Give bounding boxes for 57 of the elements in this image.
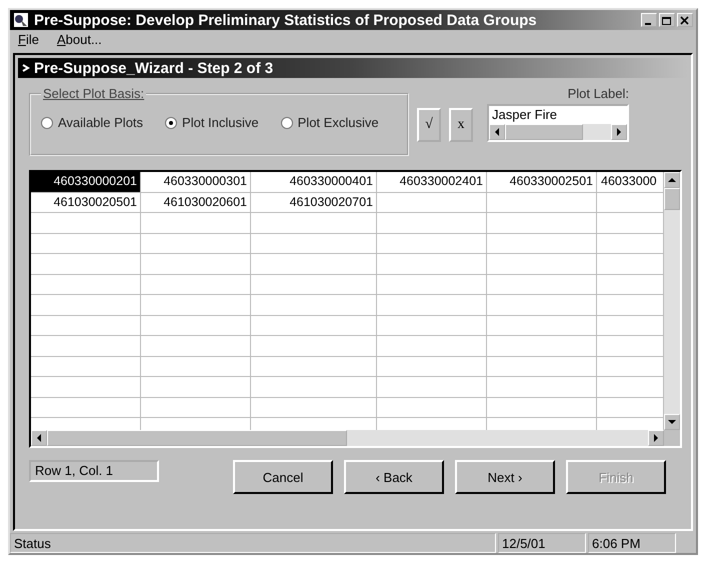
radio-option[interactable]: Plot Inclusive <box>165 115 259 130</box>
triangle-icon <box>668 178 676 182</box>
wizard-button[interactable]: Cancel <box>233 460 333 494</box>
chevron-icon <box>22 64 30 72</box>
vertical-scrollbar[interactable] <box>664 172 680 430</box>
maximize-button[interactable] <box>659 13 675 27</box>
minimize-button[interactable] <box>641 13 657 27</box>
close-button[interactable] <box>677 13 693 27</box>
position-indicator: Row 1, Col. 1 <box>29 460 159 482</box>
triangle-icon <box>617 128 621 136</box>
status-panel: 6:06 PM <box>588 533 676 553</box>
radio-option[interactable]: Plot Exclusive <box>280 115 379 130</box>
triangle-icon <box>37 434 41 442</box>
table-cell[interactable]: 460330002401 <box>377 172 487 192</box>
table-cell[interactable]: 461030020501 <box>31 192 141 213</box>
plot-label-field[interactable]: Jasper Fire <box>487 104 629 142</box>
table-cell[interactable]: 460330000401 <box>251 172 377 192</box>
menu-item[interactable]: File <box>18 32 39 48</box>
triangle-icon <box>495 128 499 136</box>
radio-circle[interactable] <box>41 116 53 128</box>
minimize-icon <box>645 23 651 25</box>
scroll-down-button[interactable] <box>664 414 680 430</box>
scroll-right-button[interactable] <box>648 430 664 446</box>
scroll-thumb[interactable] <box>505 124 583 140</box>
table-cell[interactable]: 460330000301 <box>141 172 251 192</box>
clear-button[interactable]: x <box>449 108 473 142</box>
scroll-thumb[interactable] <box>47 430 347 446</box>
scroll-up-button[interactable] <box>664 172 680 188</box>
horizontal-scrollbar[interactable] <box>31 430 680 446</box>
wizard-button[interactable]: Next › <box>455 460 555 494</box>
table-cell[interactable]: 461030020601 <box>141 192 251 213</box>
scroll-thumb[interactable] <box>664 188 680 210</box>
status-panel: 12/5/01 <box>498 533 586 553</box>
app-icon <box>13 12 29 28</box>
field-label: Plot Label: <box>566 86 629 101</box>
status-panel: Status <box>10 533 496 553</box>
horizontal-scrollbar[interactable] <box>489 124 627 140</box>
group-label: Select Plot Basis: <box>42 86 146 101</box>
radio-circle[interactable] <box>280 116 293 128</box>
scroll-left-button[interactable] <box>489 124 505 140</box>
accept-button[interactable]: √ <box>417 108 441 142</box>
table-cell[interactable]: 461030020701 <box>251 192 377 213</box>
window-title: Pre-Suppose: Develop Preliminary Statistics of Proposed Data Groups <box>34 12 538 28</box>
triangle-icon <box>668 420 676 424</box>
close-icon <box>680 16 689 25</box>
menu-item[interactable]: About... <box>56 32 102 48</box>
scroll-right-button[interactable] <box>611 124 627 140</box>
table-cell[interactable]: 460330002501 <box>487 172 597 192</box>
radio-circle[interactable] <box>165 116 178 128</box>
wizard-button[interactable]: ‹ Back <box>344 460 444 494</box>
scrollbar-corner <box>664 430 680 446</box>
table-cell[interactable]: 460330000201 <box>31 172 141 192</box>
scroll-left-button[interactable] <box>31 430 47 446</box>
triangle-icon <box>654 434 658 442</box>
maximize-icon <box>662 17 671 25</box>
wizard-title: Pre-Suppose_Wizard - Step 2 of 3 <box>34 60 274 76</box>
radio-option[interactable]: Available Plots <box>41 115 144 130</box>
